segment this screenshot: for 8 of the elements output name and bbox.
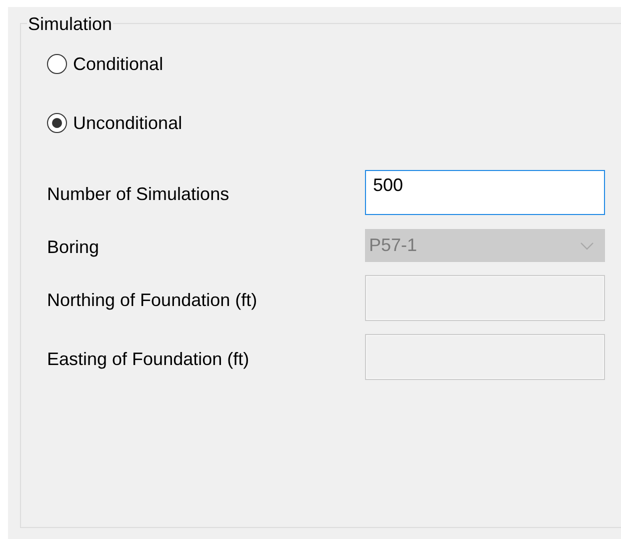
field-label: Number of Simulations — [47, 183, 230, 205]
radio-option[interactable]: Unconditional — [47, 111, 182, 135]
radio-option[interactable]: Conditional — [47, 52, 164, 76]
input-field[interactable]: 500 — [365, 170, 605, 215]
field-label: Northing of Foundation (ft) — [47, 288, 258, 310]
chevron-icon — [580, 242, 594, 250]
field-label: Boring — [47, 236, 100, 258]
field-label: Easting of Foundation (ft) — [47, 348, 250, 370]
